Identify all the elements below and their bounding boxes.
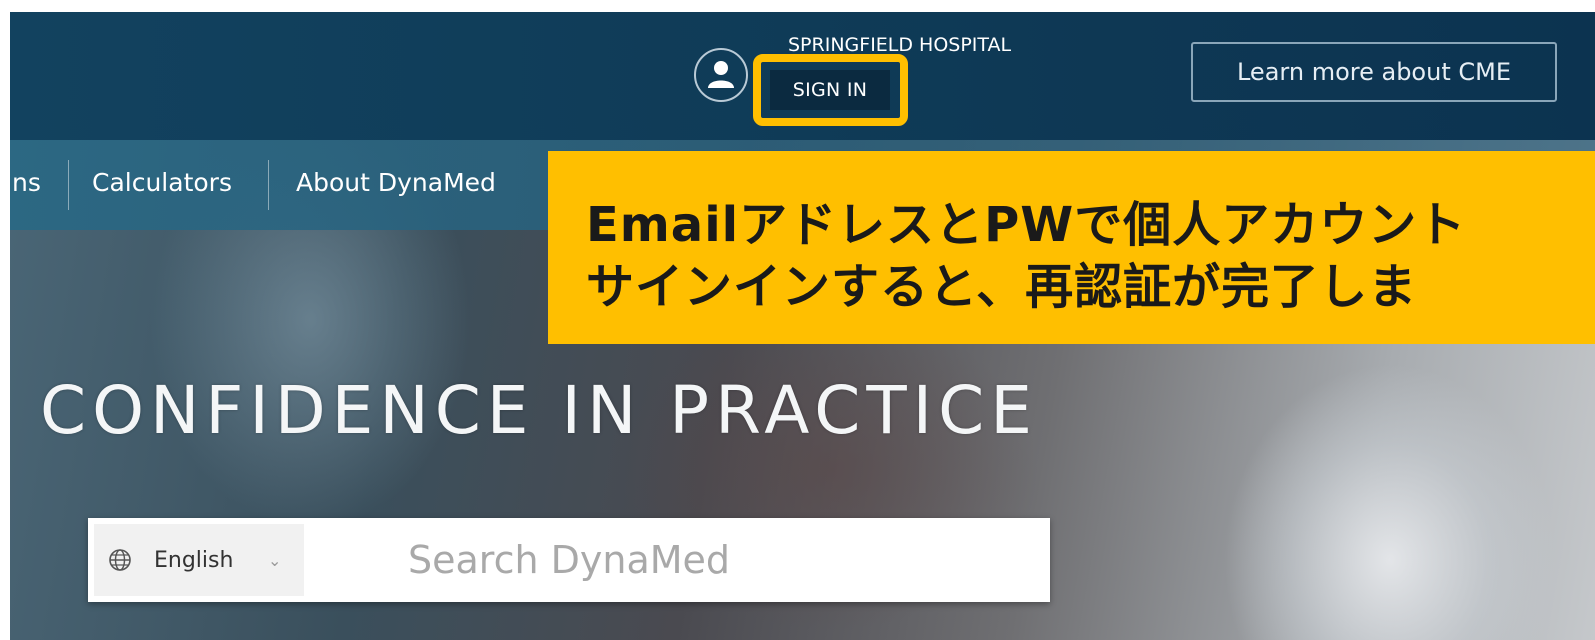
chevron-down-icon: ⌄	[268, 551, 282, 570]
nav-item-about-dynamed[interactable]: About DynaMed	[296, 168, 496, 197]
annotation-callout: EmailアドレスとPWで個人アカウント サインインすると、再認証が完了しま	[548, 151, 1595, 344]
user-icon[interactable]	[694, 48, 748, 102]
institution-name: SPRINGFIELD HOSPITAL	[788, 34, 1012, 56]
search-input[interactable]	[314, 524, 1044, 596]
language-selector[interactable]: English ⌄	[94, 524, 304, 596]
annotation-line-2: サインインすると、再認証が完了しま	[586, 259, 1418, 315]
browser-viewport: SPRINGFIELD HOSPITAL SIGN IN Learn more …	[10, 12, 1595, 640]
nav-item-calculators[interactable]: Calculators	[92, 168, 232, 197]
globe-icon	[109, 549, 131, 571]
annotation-line-1: EmailアドレスとPWで個人アカウント	[586, 197, 1467, 253]
language-label: English	[154, 548, 234, 573]
nav-divider	[68, 160, 69, 210]
hero-title: CONFIDENCE IN PRACTICE	[40, 372, 1038, 449]
sign-in-highlight-box	[753, 54, 908, 126]
learn-more-cme-button[interactable]: Learn more about CME	[1191, 42, 1557, 102]
search-bar: English ⌄	[88, 518, 1050, 602]
nav-divider	[268, 160, 269, 210]
nav-item-partial[interactable]: ns	[12, 168, 41, 197]
site-header: SPRINGFIELD HOSPITAL SIGN IN Learn more …	[10, 12, 1595, 140]
